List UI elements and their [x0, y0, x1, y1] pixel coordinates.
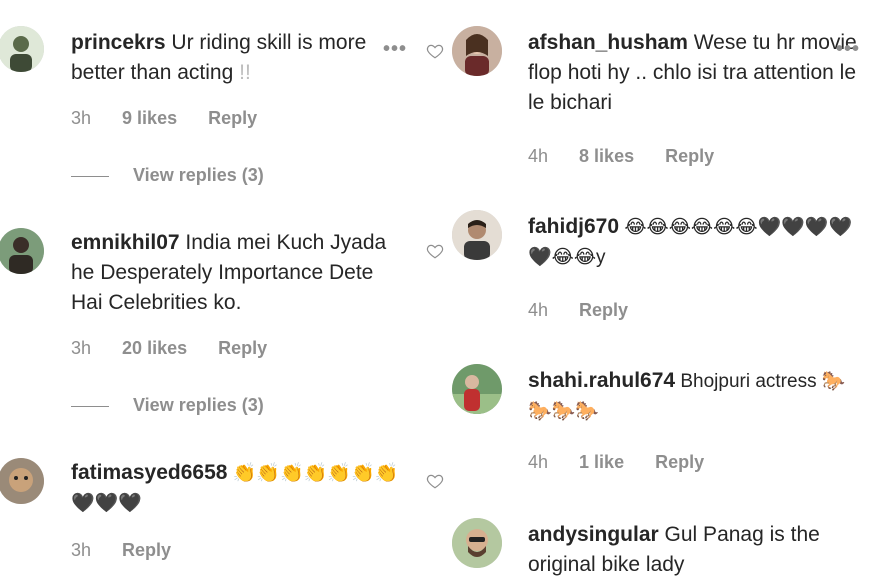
comment-text: afshan_husham Wese tu hr movie flop hoti…: [528, 28, 858, 118]
comment-text: princekrs Ur riding skill is more better…: [71, 28, 371, 88]
comment-time: 3h: [71, 338, 92, 358]
comment-item: fatimasyed6658 👏👏👏👏👏👏👏 🖤🖤🖤 3h Reply: [0, 456, 444, 583]
avatar[interactable]: [452, 364, 502, 414]
comment-username[interactable]: fahidj670: [528, 215, 619, 238]
reply-button[interactable]: Reply: [122, 540, 171, 560]
reply-button[interactable]: Reply: [655, 452, 704, 472]
reply-button[interactable]: Reply: [579, 300, 628, 320]
comment-username[interactable]: fatimasyed6658: [71, 461, 227, 484]
comment-item: andysingular Gul Panag is the original b…: [440, 518, 875, 583]
comment-text: fahidj670 😂😂😂😂😂😂🖤🖤🖤🖤 🖤😂😂y: [528, 212, 858, 273]
comment-time: 4h: [528, 452, 549, 472]
comment-meta: 3h 9 likes Reply: [71, 108, 283, 129]
reply-button[interactable]: Reply: [218, 338, 267, 358]
avatar[interactable]: [452, 518, 502, 568]
view-replies-button[interactable]: View replies (3): [71, 165, 264, 186]
reply-button[interactable]: Reply: [208, 108, 257, 128]
avatar[interactable]: [0, 228, 44, 274]
comment-username[interactable]: afshan_husham: [528, 31, 688, 54]
comment-username[interactable]: princekrs: [71, 31, 166, 54]
comment-item: emnikhil07 India mei Kuch Jyada he Despe…: [0, 228, 444, 428]
comment-text: fatimasyed6658 👏👏👏👏👏👏👏 🖤🖤🖤: [71, 458, 401, 519]
view-replies-label: View replies (3): [133, 395, 264, 415]
comment-username[interactable]: shahi.rahul674: [528, 369, 675, 392]
comment-meta: 4h 1 like Reply: [528, 452, 730, 473]
comment-username[interactable]: andysingular: [528, 523, 659, 546]
comment-body-faded: !!: [239, 61, 251, 84]
comment-item: fahidj670 😂😂😂😂😂😂🖤🖤🖤🖤 🖤😂😂y 4h Reply: [440, 210, 875, 340]
comment-meta: 4h 8 likes Reply: [528, 146, 740, 167]
comment-text: emnikhil07 India mei Kuch Jyada he Despe…: [71, 228, 401, 318]
comment-text: andysingular Gul Panag is the original b…: [528, 520, 858, 580]
comment-likes[interactable]: 20 likes: [122, 338, 187, 358]
view-replies-label: View replies (3): [133, 165, 264, 185]
comment-meta: 3h Reply: [71, 540, 197, 561]
divider-line: [71, 405, 109, 407]
comment-text: shahi.rahul674 Bhojpuri actress 🐎🐎🐎🐎: [528, 366, 858, 427]
reply-button[interactable]: Reply: [665, 146, 714, 166]
comment-time: 3h: [71, 108, 92, 128]
comment-item: shahi.rahul674 Bhojpuri actress 🐎🐎🐎🐎 4h …: [440, 364, 875, 494]
more-options-icon[interactable]: •••: [383, 38, 407, 61]
comment-time: 3h: [71, 540, 92, 560]
comment-likes[interactable]: 8 likes: [579, 146, 634, 166]
avatar[interactable]: [0, 26, 44, 72]
more-options-icon[interactable]: •••: [836, 38, 860, 61]
avatar[interactable]: [452, 26, 502, 76]
comment-likes[interactable]: 9 likes: [122, 108, 177, 128]
comment-time: 4h: [528, 300, 549, 320]
comment-meta: 4h Reply: [528, 300, 654, 321]
avatar[interactable]: [452, 210, 502, 260]
comment-time: 4h: [528, 146, 549, 166]
comment-meta: 3h 20 likes Reply: [71, 338, 293, 359]
avatar[interactable]: [0, 458, 44, 504]
comment-likes[interactable]: 1 like: [579, 452, 624, 472]
comment-item: princekrs Ur riding skill is more better…: [0, 0, 444, 200]
comment-username[interactable]: emnikhil07: [71, 231, 180, 254]
view-replies-button[interactable]: View replies (3): [71, 395, 264, 416]
comment-item: afshan_husham Wese tu hr movie flop hoti…: [440, 0, 875, 190]
divider-line: [71, 175, 109, 177]
